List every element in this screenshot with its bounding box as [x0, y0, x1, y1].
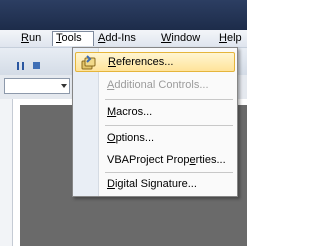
- object-combo-box[interactable]: [4, 78, 70, 94]
- menu-run-accelerator: R: [21, 32, 29, 44]
- menu-help-label: elp: [226, 32, 242, 44]
- menu-run[interactable]: Run: [18, 31, 44, 46]
- menu-window[interactable]: Window: [158, 31, 203, 46]
- digital-signature-label: igital Signature...: [114, 178, 197, 190]
- menu-separator: [105, 99, 233, 100]
- options-label: ptions...: [115, 132, 155, 144]
- project-pane-edge: [0, 99, 13, 246]
- menu-tools[interactable]: Tools: [52, 31, 94, 46]
- options-accelerator: O: [107, 132, 116, 144]
- menu-item-digital-signature[interactable]: Digital Signature...: [75, 174, 235, 194]
- menu-tools-label: ools: [61, 32, 82, 44]
- menu-item-options[interactable]: Options...: [75, 128, 235, 148]
- menu-item-additional-controls: Additional Controls...: [75, 75, 235, 95]
- menu-separator: [105, 172, 233, 173]
- pause-icon[interactable]: [17, 62, 24, 70]
- digital-signature-accelerator: D: [107, 178, 115, 190]
- vbaproject-properties-label-start: VBAProject Prop: [107, 154, 190, 166]
- macros-accelerator: M: [107, 106, 117, 118]
- menu-add-ins[interactable]: Add-Ins: [95, 31, 139, 46]
- macros-label: acros...: [116, 106, 153, 118]
- vbaproject-properties-label-end: rties...: [195, 154, 226, 166]
- title-bar: [0, 0, 247, 30]
- menu-window-accelerator: W: [161, 32, 172, 44]
- menu-item-macros[interactable]: Macros...: [75, 102, 235, 122]
- menu-help-accelerator: H: [219, 32, 227, 44]
- menu-bar: Run Tools Add-Ins Window Help: [0, 30, 247, 47]
- menu-item-vbaproject-properties[interactable]: VBAProject Properties...: [75, 150, 235, 170]
- additional-controls-label: dditional Controls...: [114, 79, 209, 91]
- design-mode-icon[interactable]: [33, 62, 40, 69]
- menu-help[interactable]: Help: [216, 31, 245, 46]
- menu-add-ins-label: dd-Ins: [105, 32, 136, 44]
- menu-window-label: indow: [171, 32, 201, 44]
- menu-separator: [105, 125, 233, 126]
- references-label: eferences...: [115, 56, 174, 68]
- references-icon: [81, 55, 97, 70]
- references-accelerator: R: [108, 56, 116, 68]
- menu-run-label: un: [28, 32, 42, 44]
- tools-menu-dropdown: References... Additional Controls... Mac…: [72, 47, 238, 197]
- chevron-down-icon: [61, 84, 67, 88]
- menu-item-references[interactable]: References...: [75, 52, 235, 72]
